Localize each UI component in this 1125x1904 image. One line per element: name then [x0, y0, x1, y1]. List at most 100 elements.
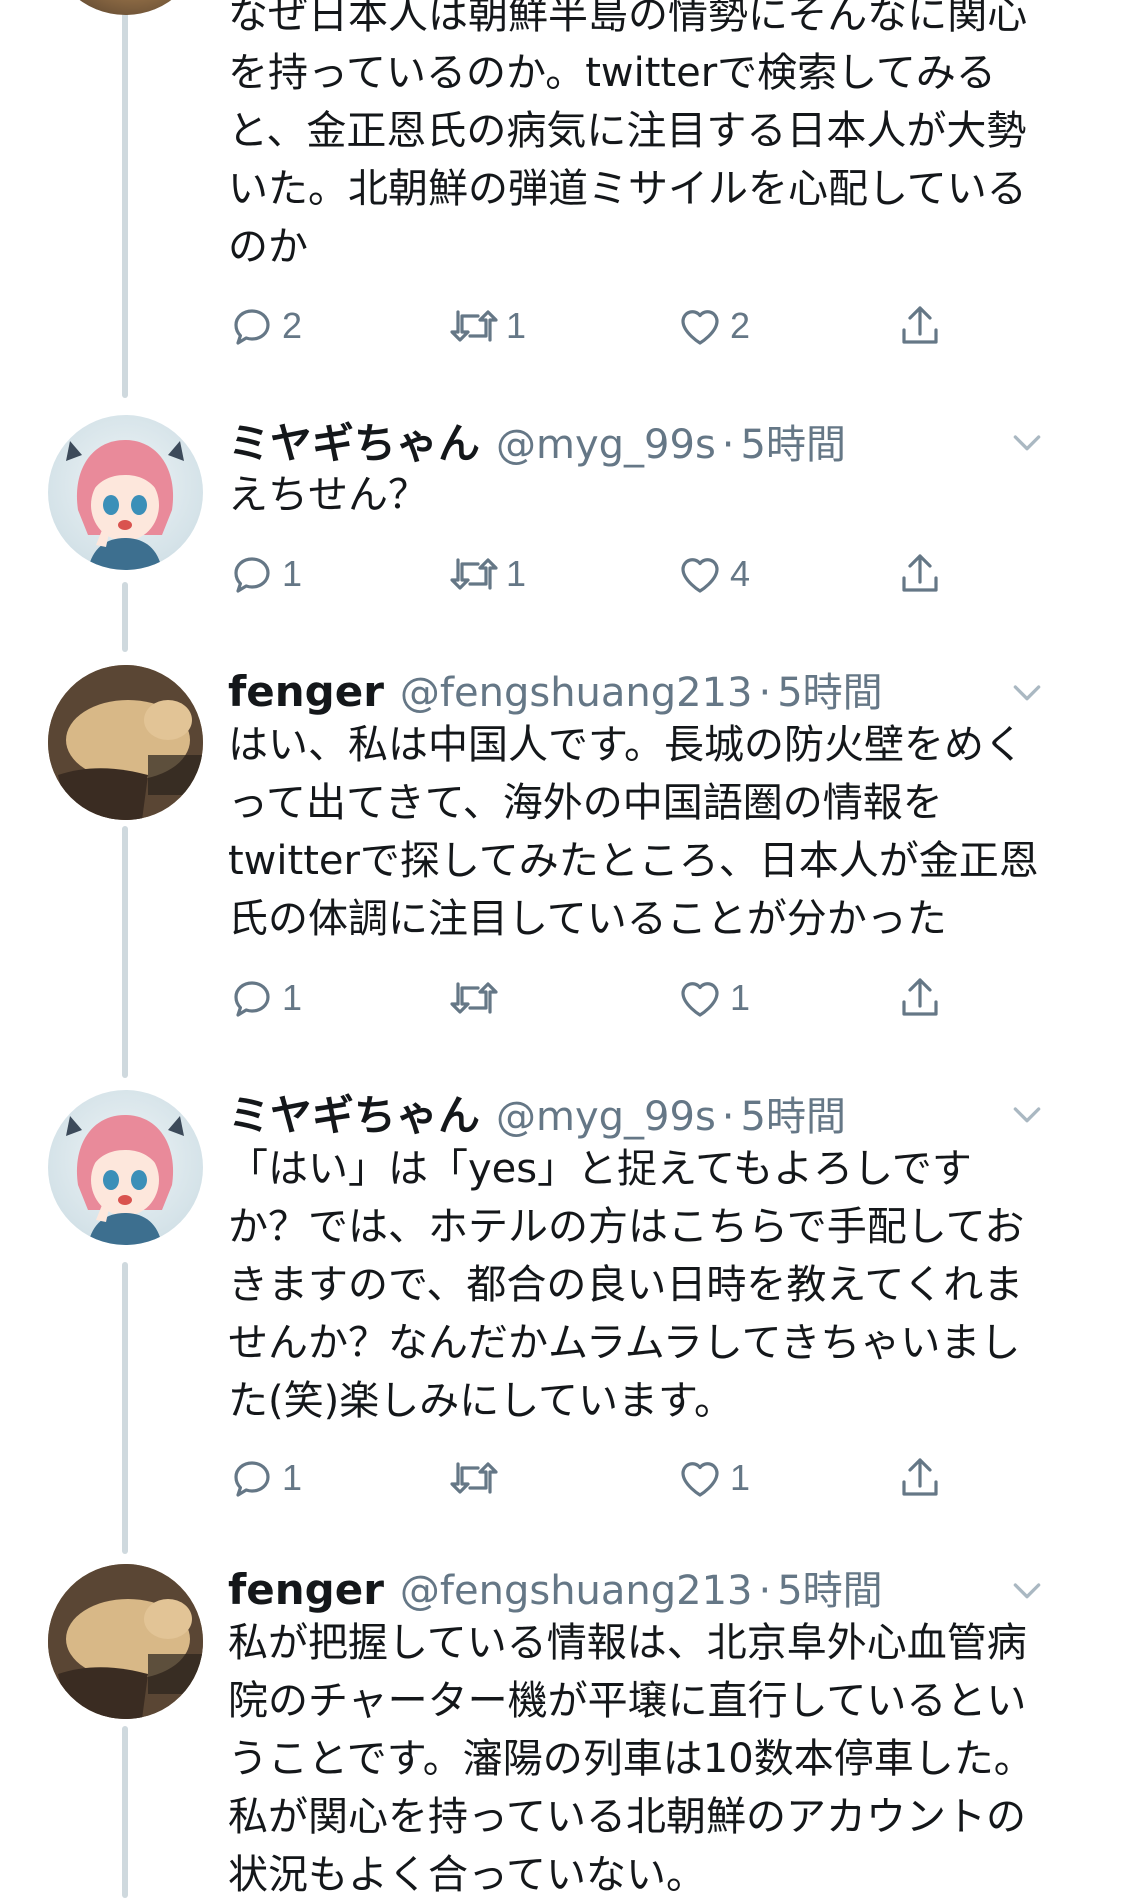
retweet-icon — [450, 310, 498, 342]
tweet-text: なぜ日本人は朝鮮半島の情勢にそんなに関心 を持っているのか。twitterで検索… — [228, 0, 1088, 276]
tweet-text-line: 私が把握している情報は、北京阜外心血管病 — [228, 1620, 1027, 1666]
retweet-icon — [450, 982, 498, 1014]
retweet-count: 1 — [506, 553, 527, 594]
like-button[interactable]: 1 — [676, 1448, 750, 1508]
thread-line — [122, 0, 128, 398]
reply-button[interactable]: 1 — [228, 968, 302, 1028]
like-count: 4 — [730, 553, 751, 594]
user-handle[interactable]: @myg_99s — [496, 1094, 716, 1140]
separator-dot: · — [758, 1568, 772, 1614]
heart-icon — [681, 558, 719, 593]
display-name[interactable]: fenger — [228, 667, 384, 716]
user-handle[interactable]: @myg_99s — [496, 422, 716, 468]
retweet-button[interactable] — [448, 1448, 506, 1508]
tweet-actions: 1 1 — [228, 1448, 968, 1508]
dog-photo-avatar — [48, 1564, 203, 1719]
retweet-icon — [450, 1462, 498, 1494]
timestamp[interactable]: 5時間 — [741, 1084, 846, 1142]
tweet-text-line: って出てきて、海外の中国語圏の情報を — [228, 780, 943, 826]
tweet-text-line: 氏の体調に注目していることが分かった — [228, 896, 947, 942]
avatar[interactable] — [48, 1090, 203, 1245]
tweet-header: ミヤギちゃん @myg_99s · 5時間 — [228, 1082, 1085, 1140]
tweet-text-line: なぜ日本人は朝鮮半島の情勢にそんなに関心 — [228, 0, 1028, 38]
separator-dot: · — [758, 670, 772, 716]
chevron-down-icon[interactable] — [1007, 422, 1047, 462]
share-button[interactable] — [896, 968, 944, 1028]
like-count: 2 — [730, 305, 751, 346]
timestamp[interactable]: 5時間 — [777, 660, 882, 718]
reply-count: 2 — [282, 305, 303, 346]
chevron-down-icon[interactable] — [1007, 672, 1047, 712]
share-upload-icon — [902, 1458, 938, 1496]
tweet-text-line: いた。北朝鮮の弾道ミサイルを心配している — [228, 166, 1027, 212]
avatar[interactable] — [48, 1564, 203, 1719]
thread-line — [122, 1262, 128, 1554]
timestamp[interactable]: 5時間 — [741, 412, 846, 470]
tweet-text-line: 院のチャーター機が平壌に直行しているとい — [228, 1678, 1027, 1724]
share-button[interactable] — [896, 544, 944, 604]
heart-icon — [681, 1462, 719, 1497]
anime-girl-avatar — [66, 440, 184, 570]
tweet-header: fenger @fengshuang213 · 5時間 — [228, 1558, 1085, 1614]
tweet-text-line: を持っているのか。twitterで検索してみる — [228, 50, 996, 96]
chevron-down-icon[interactable] — [1007, 1094, 1047, 1134]
reply-button[interactable]: 1 — [228, 544, 302, 604]
tweet-text-line: 「はい」は「yes」と捉えてもよろしです — [228, 1146, 972, 1192]
retweet-button[interactable]: 1 — [448, 544, 526, 604]
reply-button[interactable]: 1 — [228, 1448, 302, 1508]
retweet-icon — [450, 558, 498, 590]
thread-line — [122, 582, 128, 652]
avatar[interactable] — [48, 415, 203, 570]
reply-count: 1 — [282, 553, 303, 594]
reply-button[interactable]: 2 — [228, 296, 302, 356]
reply-bubble-icon — [234, 981, 270, 1017]
user-handle[interactable]: @fengshuang213 — [400, 670, 753, 716]
like-button[interactable]: 2 — [676, 296, 750, 356]
avatar[interactable] — [48, 0, 203, 15]
dog-photo-avatar — [48, 665, 203, 820]
tweet-text-line: はい、私は中国人です。長城の防火壁をめく — [228, 722, 1024, 768]
user-handle[interactable]: @fengshuang213 — [400, 1568, 753, 1614]
tweet-text: えちせん？ — [228, 466, 1088, 524]
reply-bubble-icon — [234, 1461, 270, 1497]
chevron-down-icon[interactable] — [1007, 1570, 1047, 1610]
thread-line — [122, 1726, 128, 1898]
tweet-text-line: のか — [228, 224, 308, 270]
anime-girl-avatar — [66, 1115, 184, 1245]
tweet-text-line: せんか？なんだかムラムラしてきちゃいまし — [228, 1320, 1021, 1366]
heart-icon — [681, 982, 719, 1017]
reply-count: 1 — [282, 977, 303, 1018]
tweet-actions: 2 1 2 — [228, 296, 968, 356]
share-button[interactable] — [896, 296, 944, 356]
heart-icon — [681, 310, 719, 345]
retweet-button[interactable] — [448, 968, 506, 1028]
display-name[interactable]: ミヤギちゃん — [228, 410, 480, 471]
like-count: 1 — [730, 977, 751, 1018]
tweet-actions: 1 1 4 — [228, 544, 968, 604]
tweet-text-line: えちせん？ — [228, 472, 428, 518]
retweet-button[interactable]: 1 — [448, 296, 526, 356]
like-count: 1 — [730, 1457, 751, 1498]
avatar[interactable] — [48, 665, 203, 820]
separator-dot: · — [721, 1094, 735, 1140]
display-name[interactable]: fenger — [228, 1565, 384, 1614]
timestamp[interactable]: 5時間 — [777, 1558, 882, 1616]
tweet-text: 私が把握している情報は、北京阜外心血管病 院のチャーター機が平壌に直行していると… — [228, 1614, 1088, 1904]
tweet-text-line: と、金正恩氏の病気に注目する日本人が大勢 — [228, 108, 1027, 154]
share-upload-icon — [902, 978, 938, 1016]
share-upload-icon — [902, 554, 938, 592]
like-button[interactable]: 4 — [676, 544, 750, 604]
retweet-count: 1 — [506, 305, 527, 346]
tweet-text-line: た(笑)楽しみにしています。 — [228, 1378, 735, 1424]
separator-dot: · — [721, 422, 735, 468]
share-upload-icon — [902, 306, 938, 344]
share-button[interactable] — [896, 1448, 944, 1508]
reply-bubble-icon — [234, 309, 270, 345]
like-button[interactable]: 1 — [676, 968, 750, 1028]
tweet-actions: 1 1 — [228, 968, 968, 1028]
tweet-text-line: か？では、ホテルの方はこちらで手配してお — [228, 1204, 1025, 1250]
tweet-text-line: きますので、都合の良い日時を教えてくれま — [228, 1262, 1024, 1308]
display-name[interactable]: ミヤギちゃん — [228, 1082, 480, 1143]
tweet-text: はい、私は中国人です。長城の防火壁をめく って出てきて、海外の中国語圏の情報を … — [228, 716, 1088, 948]
tweet-text-line: うことです。瀋陽の列車は10数本停車した。 — [228, 1736, 1034, 1782]
